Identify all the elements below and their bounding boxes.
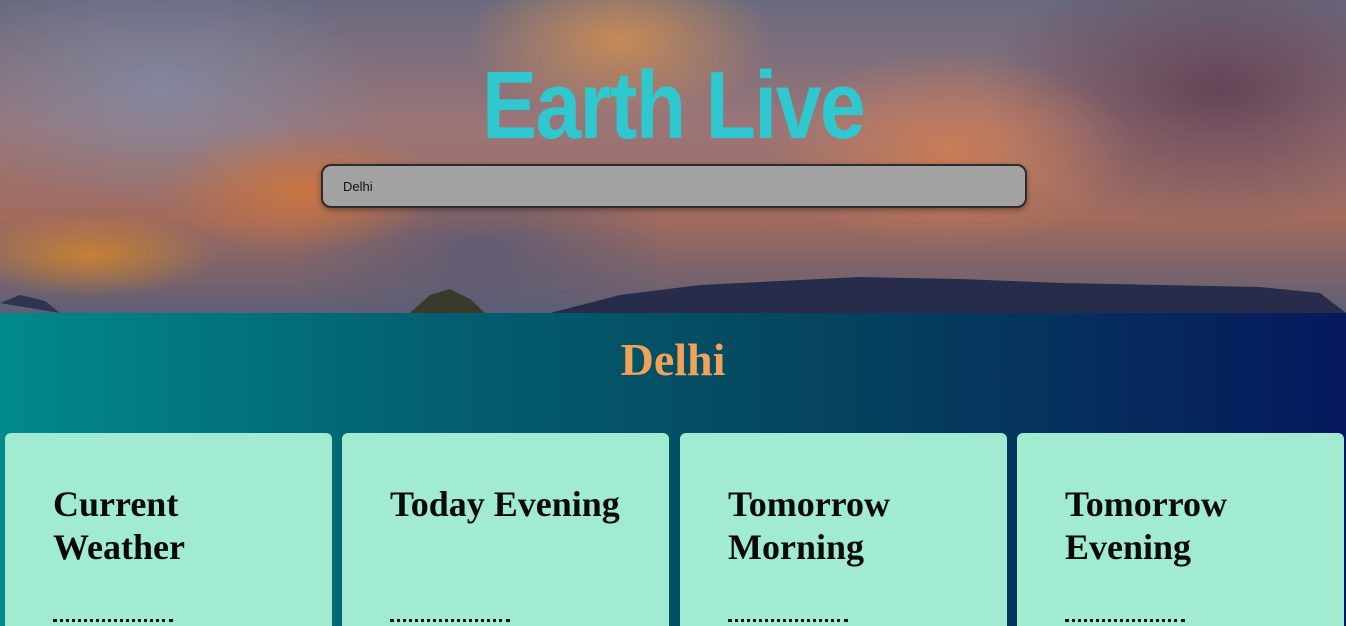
hero-banner: Earth Live — [0, 0, 1346, 313]
card-detail — [1065, 619, 1185, 625]
forecast-card-tomorrow-morning: Tomorrow Morning — [680, 433, 1007, 626]
card-title: Today Evening — [390, 484, 620, 524]
card-detail — [53, 619, 173, 625]
city-search-input[interactable] — [321, 164, 1027, 208]
card-detail — [390, 619, 510, 625]
weather-section: Delhi Current Weather Today Evening Tomo… — [0, 313, 1346, 626]
forecast-card-current: Current Weather — [5, 433, 332, 626]
card-detail — [728, 619, 848, 625]
card-title: Current Weather — [53, 484, 185, 567]
forecast-card-tomorrow-evening: Tomorrow Evening — [1017, 433, 1344, 626]
mountain-silhouette — [0, 277, 1346, 313]
card-title: Tomorrow Morning — [728, 484, 890, 567]
app-title: Earth Live — [482, 52, 866, 159]
forecast-card-today-evening: Today Evening — [342, 433, 669, 626]
city-name: Delhi — [620, 334, 726, 385]
card-title: Tomorrow Evening — [1065, 484, 1227, 567]
